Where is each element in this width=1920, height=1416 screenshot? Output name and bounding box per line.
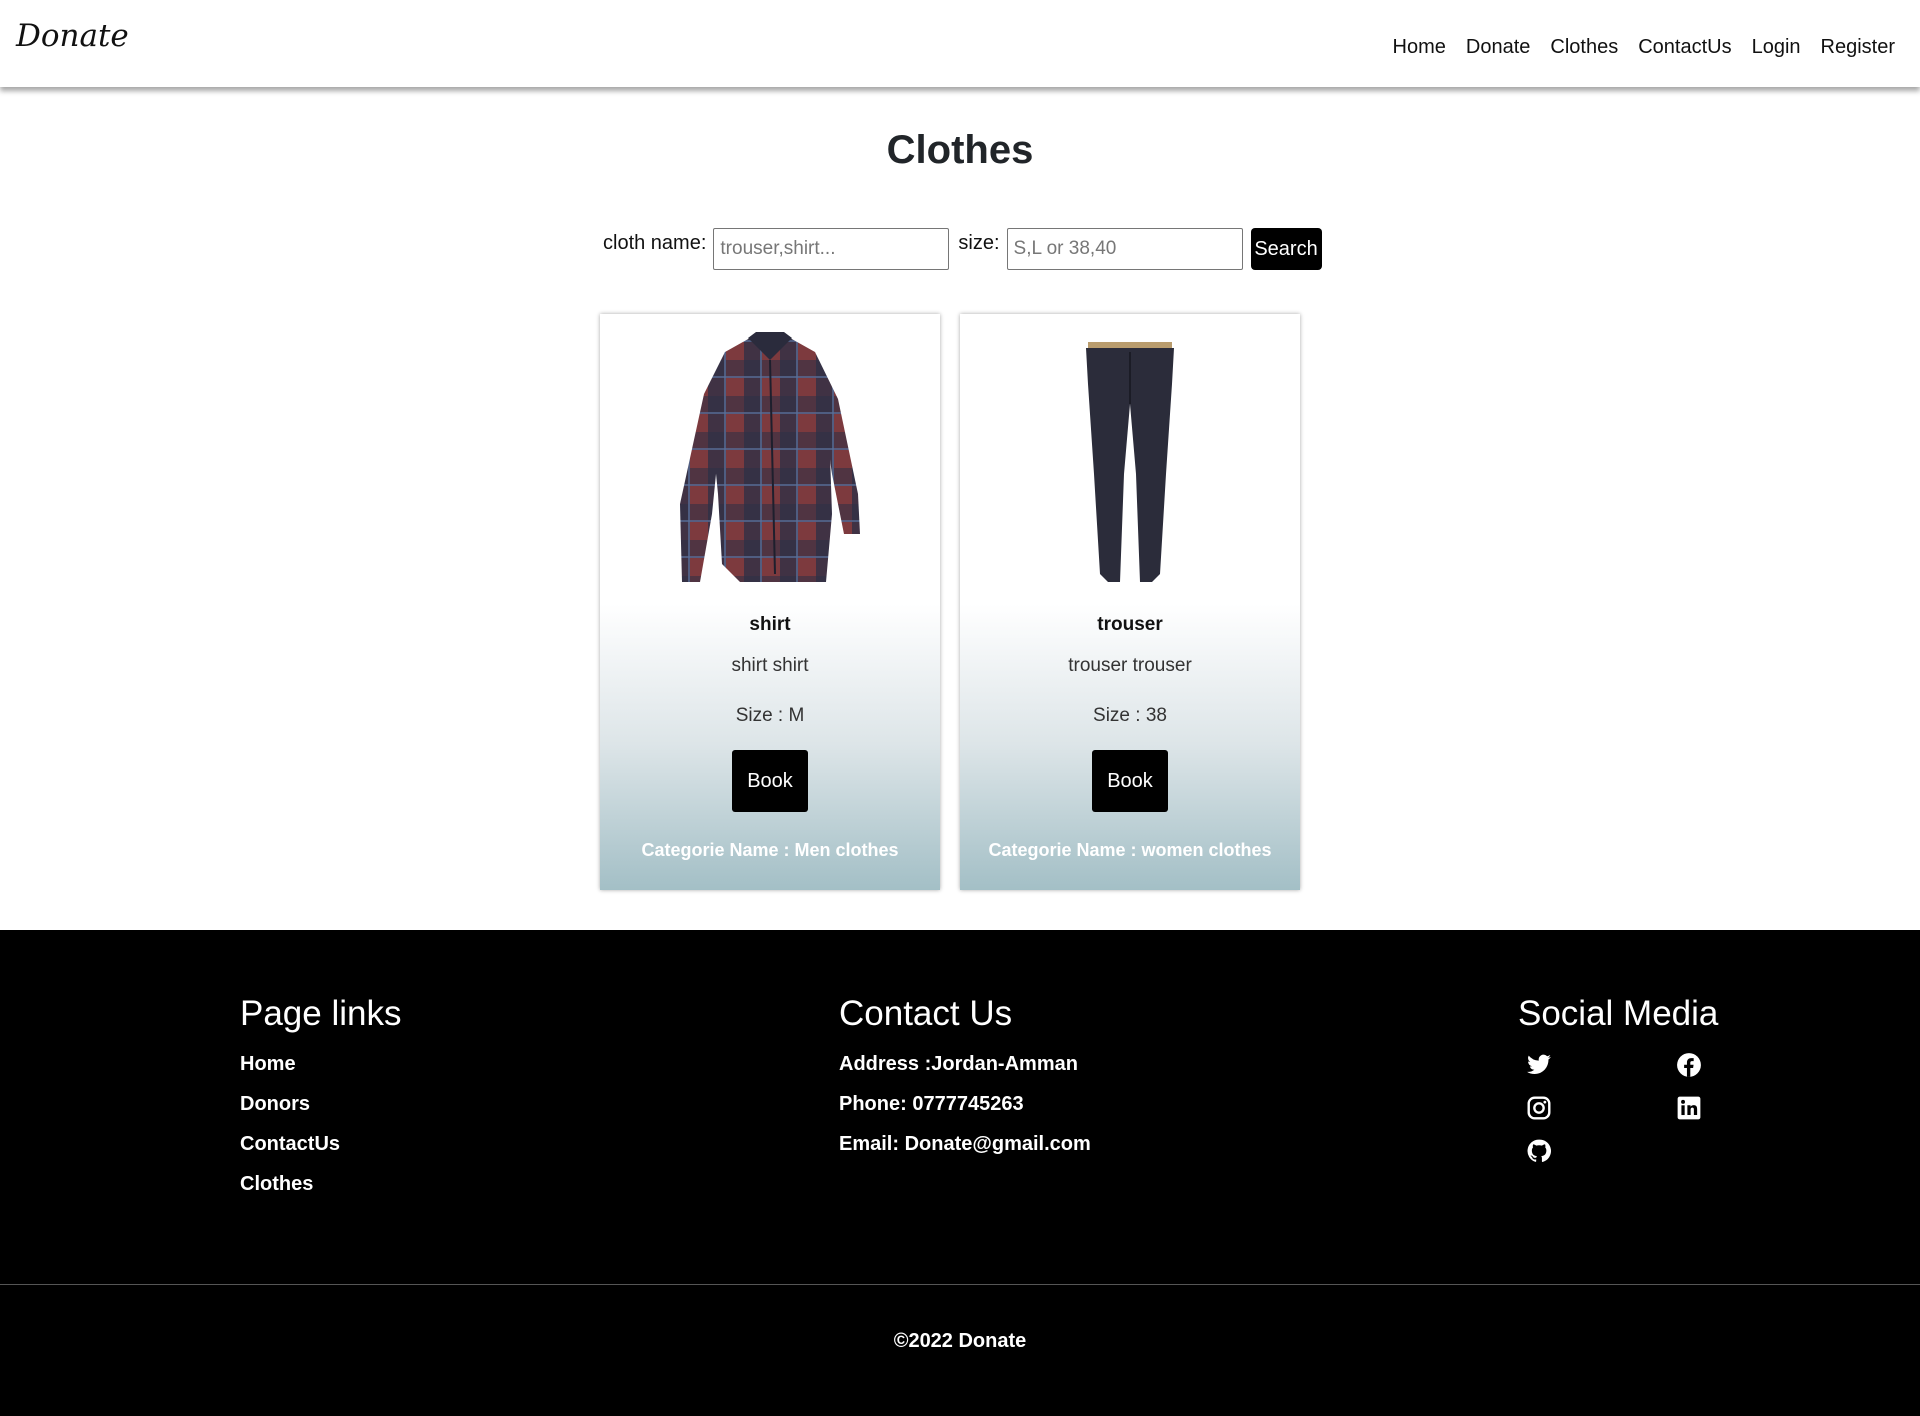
nav-link-home[interactable]: Home	[1393, 36, 1446, 59]
card-description: shirt shirt	[731, 655, 809, 676]
search-form: cloth name: size: Search	[603, 228, 1322, 270]
nav-link-donate[interactable]: Donate	[1466, 36, 1531, 59]
card-category: Categorie Name : women clothes	[988, 840, 1272, 860]
clothing-card-trouser: trouser trouser trouser Size : 38 Book C…	[960, 314, 1300, 890]
footer-address: Address :Jordan-Amman	[839, 1053, 1078, 1075]
card-name: shirt	[749, 614, 791, 635]
footer-phone: Phone: 0777745263	[839, 1093, 1024, 1115]
cloth-name-label: cloth name:	[603, 232, 707, 254]
footer-social: Social Media	[1518, 994, 1738, 1172]
card-description: trouser trouser	[1068, 655, 1192, 676]
instagram-icon[interactable]	[1526, 1095, 1552, 1121]
size-label: size:	[958, 232, 1000, 254]
card-category: Categorie Name : Men clothes	[641, 840, 899, 860]
cloth-name-input[interactable]	[713, 228, 950, 270]
footer-link-clothes[interactable]: Clothes	[240, 1172, 401, 1212]
navbar: Donate Home Donate Clothes ContactUs Log…	[0, 0, 1920, 87]
copyright: ©2022 Donate	[893, 1330, 1027, 1352]
footer-contact: Contact Us Address :Jordan-Amman Phone: …	[839, 994, 1091, 1172]
footer-divider	[0, 1284, 1920, 1285]
brand-logo[interactable]: Donate	[16, 18, 129, 54]
footer-email: Email: Donate@gmail.com	[839, 1133, 1091, 1155]
footer-social-title: Social Media	[1518, 994, 1719, 1033]
footer: Page links Home Donors ContactUs Clothes…	[0, 930, 1920, 1416]
footer-link-home[interactable]: Home	[240, 1052, 401, 1092]
footer-link-contactus[interactable]: ContactUs	[240, 1132, 401, 1172]
github-icon[interactable]	[1526, 1138, 1552, 1164]
footer-page-links: Page links Home Donors ContactUs Clothes	[240, 994, 401, 1212]
card-name: trouser	[1097, 614, 1163, 635]
nav-link-login[interactable]: Login	[1752, 36, 1801, 59]
trouser-image	[1086, 342, 1174, 582]
footer-contact-title: Contact Us	[839, 994, 1013, 1033]
search-button[interactable]: Search	[1250, 228, 1322, 270]
social-icons	[1518, 1052, 1738, 1172]
nav-link-clothes[interactable]: Clothes	[1550, 36, 1618, 59]
twitter-icon[interactable]	[1526, 1052, 1552, 1078]
card-size: Size : M	[735, 705, 805, 726]
nav-links: Home Donate Clothes ContactUs Login Regi…	[1393, 36, 1895, 59]
card-size: Size : 38	[1093, 705, 1167, 726]
footer-link-donors[interactable]: Donors	[240, 1092, 401, 1132]
size-input[interactable]	[1006, 228, 1243, 270]
clothing-card-shirt: shirt shirt shirt Size : M Book Categori…	[600, 314, 940, 890]
book-button[interactable]: Book	[1092, 750, 1168, 812]
linkedin-icon[interactable]	[1676, 1095, 1702, 1121]
book-button[interactable]: Book	[732, 750, 808, 812]
nav-link-contactus[interactable]: ContactUs	[1638, 36, 1731, 59]
nav-link-register[interactable]: Register	[1821, 36, 1895, 59]
facebook-icon[interactable]	[1676, 1052, 1702, 1078]
plaid-shirt-image	[680, 332, 860, 582]
page-title: Clothes	[886, 128, 1034, 172]
footer-links-title: Page links	[240, 994, 402, 1033]
